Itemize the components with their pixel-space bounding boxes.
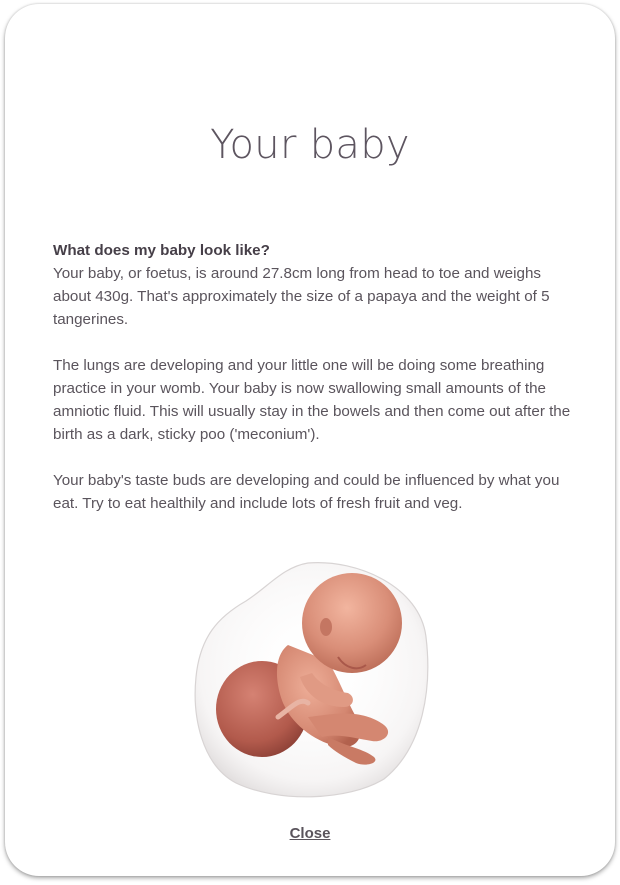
paragraph-2: The lungs are developing and your little… [53, 357, 571, 443]
foetus-illustration [194, 562, 429, 798]
close-link[interactable]: Close [5, 825, 615, 842]
baby-info-modal: Your baby What does my baby look like? Y… [5, 4, 615, 876]
section-heading: What does my baby look like? [53, 242, 270, 259]
paragraph-3: Your baby's taste buds are developing an… [53, 472, 560, 512]
modal-content: What does my baby look like? Your baby, … [53, 239, 575, 538]
paragraph-1: What does my baby look like? Your baby, … [53, 239, 575, 331]
paragraph-text: Your baby, or foetus, is around 27.8cm l… [53, 265, 550, 328]
modal-title: Your baby [210, 122, 410, 168]
